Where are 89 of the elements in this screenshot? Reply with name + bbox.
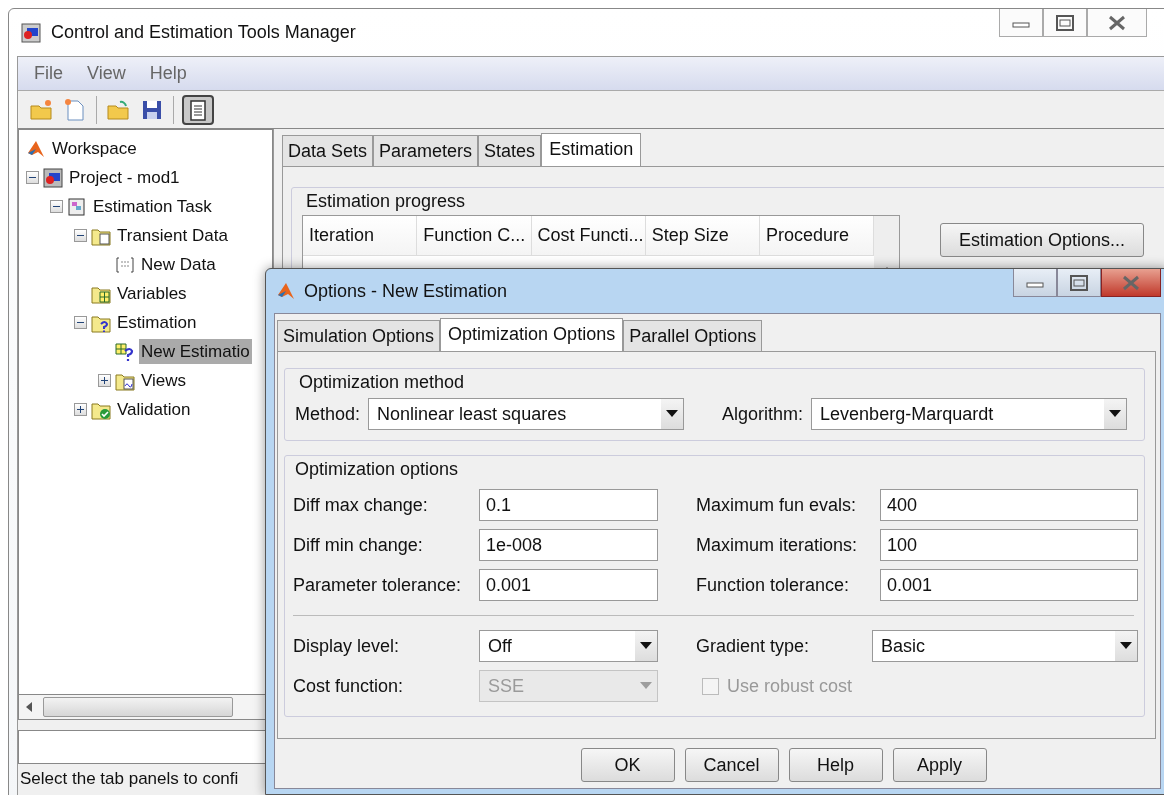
dropdown-arrow-icon bbox=[640, 642, 652, 650]
input-field[interactable]: 100 bbox=[880, 529, 1138, 561]
scrollbar-thumb[interactable] bbox=[43, 697, 233, 717]
expand-toggle[interactable] bbox=[74, 403, 87, 416]
scroll-left-icon bbox=[25, 701, 33, 713]
status-text: Select the tab panels to confi bbox=[19, 768, 240, 790]
column-header[interactable]: Cost Functi... bbox=[531, 216, 646, 256]
tab[interactable]: Optimization Options bbox=[440, 318, 624, 351]
dropdown[interactable]: Off bbox=[479, 630, 658, 662]
dropdown-arrow-icon bbox=[640, 682, 652, 690]
field-label: Diff max change: bbox=[293, 493, 429, 517]
window-title: Control and Estimation Tools Manager bbox=[51, 21, 356, 44]
input-field[interactable]: 0.1 bbox=[479, 489, 658, 521]
plus-icon bbox=[100, 376, 109, 385]
tree-item[interactable]: Workspace bbox=[50, 135, 139, 162]
tab[interactable]: Simulation Options bbox=[277, 320, 441, 351]
minimize-button[interactable] bbox=[1013, 269, 1057, 297]
close-icon bbox=[1121, 274, 1141, 291]
maximize-icon bbox=[1070, 274, 1088, 291]
input-field[interactable]: 0.001 bbox=[880, 569, 1138, 601]
task-icon bbox=[67, 196, 87, 217]
menu-item[interactable]: File bbox=[28, 60, 69, 87]
tree-item[interactable]: Validation bbox=[115, 396, 193, 423]
tab[interactable]: Parallel Options bbox=[623, 320, 763, 351]
dropdown-arrow-icon bbox=[666, 410, 679, 418]
field-label: Gradient type: bbox=[696, 634, 811, 658]
close-button[interactable] bbox=[1087, 9, 1147, 37]
collapse-toggle[interactable] bbox=[50, 200, 63, 213]
field-label: Function tolerance: bbox=[696, 573, 851, 597]
menu-item[interactable]: View bbox=[81, 60, 132, 87]
input-field[interactable]: 400 bbox=[880, 489, 1138, 521]
dialog-button[interactable]: Cancel bbox=[684, 748, 779, 782]
dropdown[interactable]: Basic bbox=[872, 630, 1138, 662]
grid-question-icon bbox=[115, 341, 135, 362]
column-header[interactable]: Function C... bbox=[417, 216, 532, 256]
tree-item[interactable]: Project - mod1 bbox=[67, 164, 182, 191]
field-label: Maximum iterations: bbox=[696, 533, 859, 557]
dialog-button[interactable]: Apply bbox=[892, 748, 987, 782]
tree-item[interactable]: Estimation Task bbox=[91, 193, 214, 220]
tree-item[interactable]: Transient Data bbox=[115, 222, 230, 249]
collapse-toggle[interactable] bbox=[74, 229, 87, 242]
input-field[interactable]: 0.001 bbox=[479, 569, 658, 601]
menu-item[interactable]: Help bbox=[143, 60, 193, 87]
plus-icon bbox=[76, 405, 85, 414]
collapse-toggle[interactable] bbox=[74, 316, 87, 329]
field-label: Parameter tolerance: bbox=[293, 573, 463, 597]
field-label: Maximum fun evals: bbox=[696, 493, 858, 517]
field-label: Algorithm: bbox=[722, 402, 804, 426]
tree-item[interactable]: Views bbox=[139, 367, 189, 394]
column-header[interactable]: Procedure bbox=[760, 216, 875, 256]
tree-item[interactable]: Variables bbox=[115, 280, 189, 307]
project-icon bbox=[43, 167, 63, 188]
tree-item[interactable]: New Estimatio bbox=[139, 338, 252, 365]
field-label: Diff min change: bbox=[293, 533, 424, 557]
tab[interactable]: Parameters bbox=[373, 135, 479, 166]
estimation-options-button[interactable]: Estimation Options... bbox=[940, 223, 1145, 257]
field-label: Display level: bbox=[293, 634, 401, 658]
field-label: Method: bbox=[295, 402, 361, 426]
tab[interactable]: Estimation bbox=[541, 133, 642, 166]
dialog-title: Options - New Estimation bbox=[304, 279, 508, 303]
collapse-toggle[interactable] bbox=[26, 171, 39, 184]
tree-item[interactable]: Estimation bbox=[115, 309, 199, 336]
new-document-icon bbox=[63, 97, 87, 122]
maximize-button[interactable] bbox=[1043, 9, 1087, 37]
dialog-button[interactable]: OK bbox=[580, 748, 675, 782]
expand-toggle[interactable] bbox=[98, 374, 111, 387]
column-header[interactable]: Step Size bbox=[645, 216, 761, 256]
dialog-button[interactable]: Help bbox=[788, 748, 883, 782]
dropdown[interactable]: Nonlinear least squares bbox=[368, 398, 685, 430]
column-header[interactable]: Iteration bbox=[303, 216, 418, 256]
dropdown: SSE bbox=[479, 670, 658, 702]
tab[interactable]: States bbox=[478, 135, 542, 166]
new-folder-icon bbox=[29, 97, 53, 122]
dropdown-arrow-icon bbox=[1109, 410, 1122, 418]
tab[interactable]: Data Sets bbox=[282, 135, 374, 166]
close-icon bbox=[1107, 14, 1127, 31]
dropdown-arrow-icon bbox=[1120, 642, 1132, 650]
field-label: Cost function: bbox=[293, 674, 405, 698]
maximize-button[interactable] bbox=[1057, 269, 1101, 297]
tree-item[interactable]: New Data bbox=[139, 251, 218, 278]
matlab-logo-icon bbox=[276, 281, 296, 301]
checkbox-label: Use robust cost bbox=[727, 674, 853, 698]
close-button[interactable] bbox=[1101, 269, 1161, 297]
input-field[interactable]: 1e-008 bbox=[479, 529, 658, 561]
maximize-icon bbox=[1056, 14, 1074, 31]
toolbar-button[interactable] bbox=[182, 94, 214, 125]
data-icon bbox=[115, 254, 135, 275]
dropdown[interactable]: Levenberg-Marquardt bbox=[811, 398, 1128, 430]
app-icon bbox=[21, 22, 41, 43]
